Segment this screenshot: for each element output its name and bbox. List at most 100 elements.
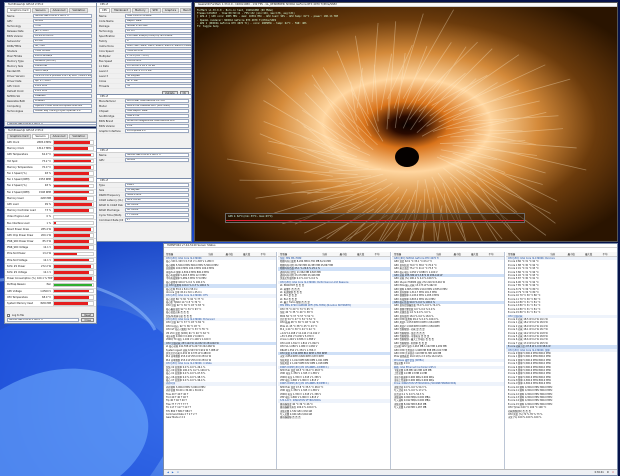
field-label: Core Speed — [99, 49, 114, 53]
sensor-name: PCIe Slot Voltage — [7, 258, 28, 262]
tab-sensors[interactable]: Sensors — [32, 134, 49, 139]
cpuz-graphics-window[interactable]: CPU-Z Name NVIDIA GeForce RTX 4070 Ti GPU… — [96, 148, 192, 181]
close-icon[interactable]: ✕ — [612, 471, 614, 474]
tab-advanced[interactable]: Advanced — [49, 134, 69, 139]
sensor-graph — [53, 282, 94, 288]
sensor-graph-fill — [54, 209, 90, 212]
sensor-row[interactable]: 写入总量 1,210 MB 1,187 MB — [392, 406, 504, 409]
column-header-cell[interactable]: 最大值 — [241, 252, 258, 256]
tab-graphics-card[interactable]: Graphics Card — [7, 134, 32, 139]
sensor-row[interactable]: 水泵 (%) 100 % 100 % 100 % — [506, 416, 617, 419]
cpuz-tabs: CPUMainboardMemorySPDGraphicsBenchAbout — [97, 7, 191, 14]
sensor-name: Fan 2 Speed (%) — [7, 184, 27, 188]
column-header-cell[interactable]: 最小值 — [452, 252, 469, 256]
column-header-cell[interactable]: 当前 — [320, 252, 337, 256]
sensor-value: 12.1 V — [43, 271, 51, 275]
field-label: Model — [99, 104, 107, 108]
tab-validation[interactable]: Validation — [69, 134, 89, 139]
gpu-name-value: NVIDIA GeForce RTX 4070 Ti — [125, 153, 189, 157]
field-value: 100.00 MHz — [125, 59, 191, 63]
sensor-value: 62.9 °C — [42, 153, 51, 157]
field-value: 5 nm — [33, 24, 92, 28]
column-header-cell[interactable]: 当前 — [548, 252, 565, 256]
sensor-row[interactable]: 驱动器故障 否 否 否 — [278, 416, 390, 419]
sensor-graph — [53, 165, 94, 170]
sensor-row[interactable]: Gear Mode 2 2 2 — [164, 416, 276, 419]
field-value: Disabled — [33, 94, 92, 98]
settings-icon[interactable]: ⚙ — [607, 471, 609, 474]
gpu-select[interactable]: NVIDIA GeForce RTX 4070 Ti — [7, 121, 102, 126]
gpu-select[interactable]: NVIDIA GeForce RTX 4070 Ti — [7, 318, 80, 322]
field-value: AD104 — [33, 19, 92, 23]
tab-validation[interactable]: Validation — [69, 8, 89, 13]
sensor-name: Fan 2 Speed (RPM) — [7, 190, 30, 194]
column-header-cell[interactable]: 平均 — [259, 252, 276, 256]
tab-memory[interactable]: Memory — [131, 8, 149, 13]
sensor-graph — [53, 146, 94, 152]
sensor-name: GPU Chip Power Draw — [7, 233, 34, 237]
field-value: Intel Z790 — [125, 114, 189, 118]
nav-back-icon[interactable]: ◀ — [167, 471, 169, 474]
column-header-cell[interactable]: 传感器 — [506, 252, 548, 256]
tab-advanced[interactable]: Advanced — [49, 8, 69, 13]
field-value: OpenCL CUDA DirectCompute DirectML — [33, 104, 92, 108]
tab-graphics-card[interactable]: Graphics Card — [7, 8, 32, 13]
field-label: Memory Type — [7, 59, 24, 63]
field-value: Enabled — [33, 99, 92, 103]
sensor-graph-fill — [54, 141, 90, 144]
sensor-graph — [53, 270, 94, 275]
gpuz-sensors-window[interactable]: TechPowerUp GPU-Z 2.55.0 Graphics Card Se… — [4, 128, 97, 324]
field-label: GPU Clock — [7, 84, 20, 88]
tab-bench[interactable]: Bench — [180, 8, 191, 13]
sensor-graph-fill — [54, 240, 90, 243]
field-label: CAS# Latency (CL) — [99, 198, 123, 202]
field-value: x 55.0 (8.0 - 55.0) — [125, 54, 191, 58]
field-value: 13th Gen Intel(R) Core(TM) i9-13900K — [125, 34, 191, 38]
column-header-cell[interactable]: 平均 — [373, 252, 390, 256]
hwinfo-window[interactable]: HWiNFO64 v7.44-5140 Sensor Status 传感器 当前最… — [163, 243, 618, 476]
cpuz-mainboard-window[interactable]: CPU-Z Manufacturer Micro-Star Internation… — [96, 94, 192, 151]
column-header-cell[interactable]: 平均 — [601, 252, 617, 256]
reset-icon[interactable]: ⟲ — [177, 471, 179, 474]
column-header-cell[interactable]: 传感器 — [278, 252, 320, 256]
cpuz-cpu-window[interactable]: CPU-Z CPU Mainboard Memory SPD Graphics Bench… — [96, 2, 192, 97]
column-header-cell[interactable]: 传感器 — [164, 252, 206, 256]
tab-sensors[interactable]: Sensors — [32, 8, 49, 13]
field-value: 8P + 16E — [125, 79, 191, 83]
cpuz-memory-window[interactable]: CPU-Z Type DDR5 Size 32 GBytes DRAM Frequenc… — [96, 178, 192, 242]
column-header-cell[interactable]: 当前 — [434, 252, 451, 256]
column-header-cell[interactable]: 最大值 — [469, 252, 486, 256]
column-header-cell[interactable]: 最小值 — [338, 252, 355, 256]
furmark-window[interactable]: Geeks3D FurMark 1.33.0.0 - 1920x1080 - 1… — [194, 2, 618, 242]
column-header-cell[interactable]: 最小值 — [566, 252, 583, 256]
cpuz-memory-fields: Type DDR5 Size 32 GBytes DRAM Frequency 3000.… — [97, 183, 191, 223]
log-checkbox[interactable] — [7, 313, 10, 317]
column-header-cell[interactable]: 传感器 — [392, 252, 434, 256]
reset-button[interactable]: Reset — [81, 313, 94, 317]
sensor-graph-fill — [54, 178, 90, 182]
sensor-name: 8-Pin #1 Power — [7, 264, 26, 268]
field-value: 1.20 — [125, 124, 189, 128]
window-title: HWiNFO64 v7.44-5140 Sensor Status — [167, 244, 216, 247]
column-header-cell[interactable]: 平均 — [487, 252, 504, 256]
tab-cpu[interactable]: CPU — [99, 8, 111, 13]
tab-graphics[interactable]: Graphics — [161, 8, 180, 13]
sensor-graph-fill — [54, 159, 92, 163]
sensor-graph — [53, 189, 94, 195]
close-button[interactable]: Close — [81, 318, 94, 322]
nav-forward-icon[interactable]: ▶ — [172, 471, 174, 474]
hwinfo-titlebar[interactable]: HWiNFO64 v7.44-5140 Sensor Status — [164, 244, 617, 248]
column-header-cell[interactable]: 最大值 — [355, 252, 372, 256]
window-title: TechPowerUp GPU-Z 2.55.0 — [8, 3, 44, 6]
column-header-cell[interactable]: 最大值 — [583, 252, 600, 256]
field-label: Multiplier — [99, 54, 111, 58]
column-header-cell[interactable]: 当前 — [206, 252, 223, 256]
tab-mainboard[interactable]: Mainboard — [111, 8, 131, 13]
sensor-value: 1553 RPM — [38, 178, 51, 182]
sensor-graph — [53, 208, 94, 213]
tab-spd[interactable]: SPD — [149, 8, 161, 13]
field-label: Shaders — [7, 49, 18, 53]
field-label: Release Date — [7, 29, 24, 33]
column-header-cell[interactable]: 最小值 — [224, 252, 241, 256]
sensor-graph-fill — [54, 166, 92, 169]
